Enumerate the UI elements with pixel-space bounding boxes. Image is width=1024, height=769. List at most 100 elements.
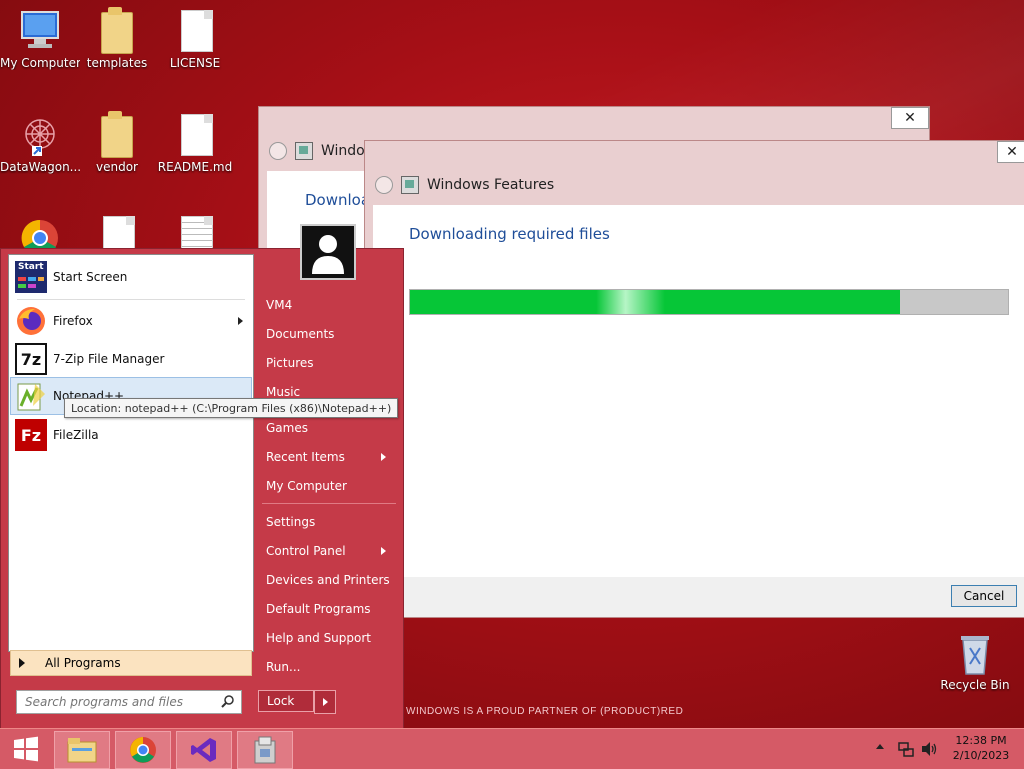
folder-icon (95, 7, 139, 54)
desktop-icon-recycle-bin[interactable]: Recycle Bin (935, 630, 1015, 692)
start-item-label: Recent Items (266, 450, 345, 464)
desktop-icon-label: templates (86, 56, 148, 70)
filezilla-icon-text: Fz (20, 425, 42, 445)
program-item-start-screen[interactable]: Start Start Screen (11, 259, 251, 295)
close-button[interactable]: ✕ (891, 107, 929, 129)
tooltip: Location: notepad++ (C:\Program Files (x… (64, 398, 399, 418)
lock-button-label: Lock (267, 694, 295, 708)
start-item-run[interactable]: Run... (266, 654, 396, 680)
close-icon: ✕ (904, 110, 916, 126)
desktop-icon-license[interactable]: LICENSE (155, 8, 235, 70)
start-item-label: Games (266, 421, 308, 435)
desktop-icon-label: My Computer (0, 56, 80, 70)
start-item-recent-items[interactable]: Recent Items (266, 444, 396, 470)
cancel-button-label: Cancel (963, 589, 1005, 603)
chrome-icon (130, 737, 156, 763)
back-icon[interactable] (375, 176, 393, 194)
show-hidden-icons-button[interactable] (876, 744, 884, 749)
start-screen-icon-text: Start (18, 262, 44, 272)
search-box[interactable] (16, 690, 242, 714)
file-icon (173, 112, 217, 158)
program-item-filezilla[interactable]: Fz FileZilla (11, 417, 251, 453)
window-footer: Cancel (373, 577, 1024, 617)
taskbar-installer[interactable] (237, 731, 293, 769)
taskbar-chrome[interactable] (115, 731, 171, 769)
program-list: Start Start Screen Firefox 7z 7-Zip File… (8, 254, 254, 652)
program-item-firefox[interactable]: Firefox (11, 303, 251, 339)
start-item-default-programs[interactable]: Default Programs (266, 596, 396, 622)
user-picture[interactable] (300, 224, 356, 280)
start-item-label: Default Programs (266, 602, 371, 616)
program-label: 7-Zip File Manager (53, 352, 165, 366)
start-item-label: VM4 (266, 298, 293, 312)
recycle-bin-icon (953, 630, 997, 676)
start-item-control-panel[interactable]: Control Panel (266, 538, 396, 564)
clock-date: 2/10/2023 (952, 749, 1010, 762)
visual-studio-icon (191, 738, 216, 762)
lock-options-button[interactable] (314, 690, 336, 714)
program-label: Firefox (53, 314, 93, 328)
start-item-pictures[interactable]: Pictures (266, 350, 396, 376)
window-title: Windows Features (427, 177, 555, 193)
play-arrow-icon (19, 658, 25, 668)
cancel-button[interactable]: Cancel (951, 585, 1017, 607)
program-item-7zip[interactable]: 7z 7-Zip File Manager (11, 341, 251, 377)
desktop-icon-label: vendor (96, 160, 138, 174)
windows-features-window[interactable]: ✕ Windows Features Downloading required … (364, 140, 1024, 618)
taskbar: 12:38 PM 2/10/2023 (0, 728, 1024, 769)
start-item-documents[interactable]: Documents (266, 321, 396, 347)
filezilla-icon: Fz (15, 419, 47, 451)
back-icon[interactable] (269, 142, 287, 160)
submenu-arrow-icon (381, 453, 386, 461)
7zip-icon: 7z (15, 343, 47, 375)
datawagon-icon (18, 112, 62, 158)
windows-features-icon (295, 142, 313, 160)
desktop-icon-my-computer[interactable]: My Computer (0, 8, 80, 70)
start-item-my-computer[interactable]: My Computer (266, 473, 396, 499)
start-item-label: My Computer (266, 479, 347, 493)
desktop-icon-templates[interactable]: templates (77, 7, 157, 70)
window-title-bar: Windows Features (375, 165, 554, 205)
start-item-label: Documents (266, 327, 335, 341)
volume-icon[interactable] (920, 741, 938, 760)
taskbar-file-explorer[interactable] (54, 731, 110, 769)
windows-features-icon (401, 176, 419, 194)
back-window-heading: Downloa (305, 191, 371, 209)
start-item-vm4[interactable]: VM4 (266, 292, 396, 318)
start-item-label: Run... (266, 660, 301, 674)
start-item-devices-printers[interactable]: Devices and Printers (266, 567, 396, 593)
start-item-settings[interactable]: Settings (266, 509, 396, 535)
taskbar-visual-studio[interactable] (176, 731, 232, 769)
search-icon (221, 694, 235, 711)
notepadpp-icon (15, 380, 47, 412)
all-programs-label: All Programs (45, 656, 121, 670)
user-avatar-icon (312, 235, 344, 274)
close-button[interactable]: ✕ (997, 141, 1024, 163)
file-explorer-icon (67, 738, 97, 763)
desktop-icon-datawagon[interactable]: DataWagon... (0, 112, 80, 174)
start-button[interactable] (4, 731, 48, 767)
window-title: Windo (321, 143, 365, 159)
installer-icon (254, 736, 276, 764)
chevron-right-icon (322, 698, 328, 706)
progress-fill (410, 290, 901, 314)
progress-bar (409, 289, 1009, 315)
lock-button[interactable]: Lock (258, 690, 314, 712)
start-item-label: Music (266, 385, 301, 399)
network-icon[interactable] (898, 741, 914, 760)
start-item-label: Help and Support (266, 631, 371, 645)
clock[interactable]: 12:38 PM 2/10/2023 (946, 733, 1016, 763)
desktop-icon-vendor[interactable]: vendor (77, 111, 157, 174)
desktop-icon-label: Recycle Bin (940, 678, 1010, 692)
all-programs-button[interactable]: All Programs (10, 650, 252, 676)
desktop-icon-readme[interactable]: README.md (155, 112, 235, 174)
program-label: FileZilla (53, 428, 99, 442)
wallpaper-text: WINDOWS IS A PROUD PARTNER OF (PRODUCT)R… (406, 706, 684, 717)
search-input[interactable] (23, 694, 217, 710)
start-item-games[interactable]: Games (266, 415, 396, 441)
window-title-bar: Windo (269, 131, 365, 171)
start-item-label: Devices and Printers (266, 573, 390, 587)
firefox-icon (15, 305, 47, 337)
start-item-help-support[interactable]: Help and Support (266, 625, 396, 651)
download-heading: Downloading required files (409, 225, 610, 243)
